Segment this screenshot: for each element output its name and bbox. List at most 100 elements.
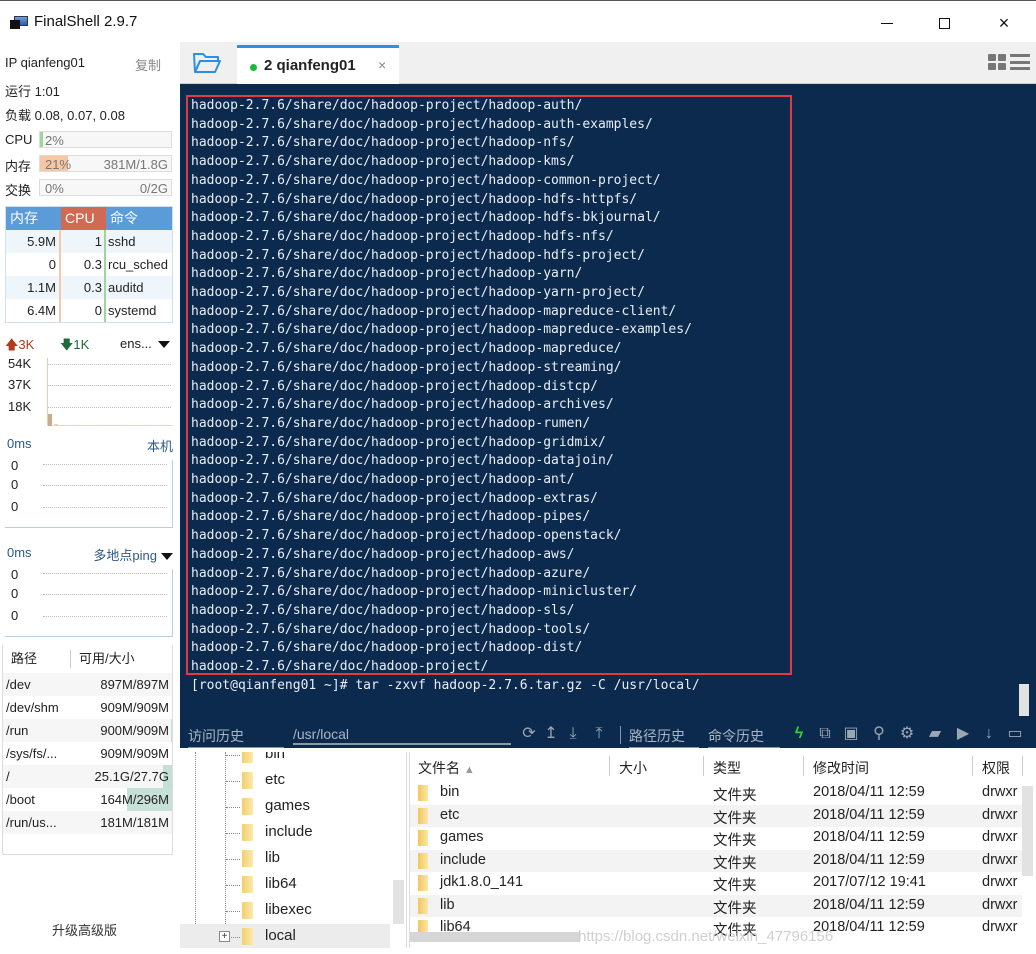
gridline xyxy=(43,594,167,595)
close-button[interactable]: × xyxy=(981,9,1027,37)
visit-history-button[interactable]: 访问历史 xyxy=(188,726,284,749)
process-row[interactable]: 0 0.3 rcu_sched xyxy=(6,253,172,276)
file-permission: drwxr xyxy=(982,806,1018,823)
process-row[interactable]: 1.1M 0.3 auditd xyxy=(6,276,172,299)
tree-item-games[interactable]: games xyxy=(180,794,390,820)
maximize-icon xyxy=(938,17,950,29)
column-permission[interactable]: 权限 xyxy=(982,758,1010,778)
multi-ping-select[interactable]: 多地点ping xyxy=(93,545,173,564)
file-row[interactable]: bin 文件夹 2018/04/11 12:59 drwxr xyxy=(410,782,1022,805)
paste-icon[interactable]: ▣ xyxy=(842,725,860,743)
tab-close-icon[interactable]: × xyxy=(378,57,386,73)
file-list-header: 文件名 ▲ 大小 类型 修改时间 权限 xyxy=(410,756,1036,778)
traffic-bar xyxy=(72,425,77,426)
download-icon[interactable]: ⤓ xyxy=(564,725,582,743)
refresh-icon[interactable]: ⟳ xyxy=(520,725,538,743)
column-type[interactable]: 类型 xyxy=(713,758,741,778)
tree-connector xyxy=(226,911,240,912)
terminal[interactable]: hadoop-2.7.6/share/doc/hadoop-project/ha… xyxy=(180,84,1036,749)
gear-icon[interactable]: ⚙ xyxy=(898,725,916,743)
column-modified[interactable]: 修改时间 xyxy=(813,758,869,778)
traffic-bar xyxy=(153,425,158,426)
tree-item-lib[interactable]: lib xyxy=(180,846,390,872)
column-path[interactable]: 路径 xyxy=(3,650,71,668)
path-history-button[interactable]: 路径历史 xyxy=(629,726,699,749)
disk-row[interactable]: /run/us... 181M/181M xyxy=(3,811,172,834)
terminal-scrollbar[interactable] xyxy=(1019,684,1029,716)
file-list-vscrollbar[interactable] xyxy=(1022,786,1033,876)
terminal-line: hadoop-2.7.6/share/doc/hadoop-project/ha… xyxy=(191,228,614,244)
file-row[interactable]: etc 文件夹 2018/04/11 12:59 drwxr xyxy=(410,804,1022,827)
file-list-hscrollbar[interactable] xyxy=(410,932,580,942)
expand-icon[interactable]: + xyxy=(219,931,230,942)
traffic-bar xyxy=(134,425,139,426)
process-row[interactable]: 6.4M 0 systemd xyxy=(6,299,172,322)
minimize-button[interactable] xyxy=(864,9,910,37)
local-ping-latency: 0ms xyxy=(7,436,32,451)
disk-row[interactable]: /run 900M/909M xyxy=(3,719,172,742)
tree-item-libexec[interactable]: libexec xyxy=(180,898,390,924)
column-size[interactable]: 大小 xyxy=(619,758,647,778)
command-history-button[interactable]: 命令历史 xyxy=(708,726,780,749)
disk-size: 181M/181M xyxy=(100,815,169,830)
up-dir-icon[interactable]: ↥ xyxy=(542,725,560,743)
tree-connector xyxy=(226,885,240,886)
column-divider xyxy=(703,756,704,776)
tree-item-lib64[interactable]: lib64 xyxy=(180,872,390,898)
disk-row[interactable]: /boot 164M/296M xyxy=(3,788,172,811)
process-row[interactable]: 5.9M 1 sshd xyxy=(6,230,172,253)
interface-select[interactable]: ens... xyxy=(120,336,170,351)
copy-icon[interactable]: ⧉ xyxy=(816,725,834,743)
file-row[interactable]: games 文件夹 2018/04/11 12:59 drwxr xyxy=(410,827,1022,850)
grid-view-icon[interactable] xyxy=(988,54,1006,70)
disk-row[interactable]: /dev 897M/897M xyxy=(3,673,172,696)
column-cpu[interactable]: CPU xyxy=(61,207,106,230)
y-tick: 0 xyxy=(11,608,19,623)
disk-path: /dev xyxy=(6,677,31,692)
disk-row[interactable]: / 25.1G/27.7G xyxy=(3,765,172,788)
process-memory: 1.1M xyxy=(6,276,61,299)
disk-row[interactable]: /sys/fs/... 909M/909M xyxy=(3,742,172,765)
tab-qianfeng01[interactable]: 2 qianfeng01 × xyxy=(237,45,399,84)
tree-scrollbar[interactable] xyxy=(393,880,404,924)
search-icon[interactable]: ⚲ xyxy=(870,725,888,743)
tree-connector xyxy=(226,807,240,808)
tree-item-local[interactable]: + local xyxy=(180,924,390,948)
column-command[interactable]: 命令 xyxy=(106,207,172,230)
upload-icon[interactable]: ⤒ xyxy=(590,725,608,743)
uptime: 运行 1:01 xyxy=(5,84,60,99)
folder-open-icon[interactable]: ▰ xyxy=(926,725,944,743)
y-tick: 18K xyxy=(8,399,32,414)
lightning-icon[interactable]: ϟ xyxy=(790,725,808,743)
maximize-button[interactable] xyxy=(921,9,967,37)
file-type: 文件夹 xyxy=(713,788,757,804)
window-icon[interactable]: ▭ xyxy=(1006,725,1024,743)
column-memory[interactable]: 内存 xyxy=(6,207,61,230)
upgrade-button[interactable]: 升级高级版 xyxy=(52,920,117,939)
file-row[interactable]: lib 文件夹 2018/04/11 12:59 drwxr xyxy=(410,894,1022,917)
play-icon[interactable]: ▶ xyxy=(954,725,972,743)
file-type: 文件夹 xyxy=(713,833,757,849)
tab-label: 2 qianfeng01 xyxy=(264,57,356,74)
gridline xyxy=(43,485,167,486)
file-row[interactable]: jdk1.8.0_141 文件夹 2017/07/12 19:41 drwxr xyxy=(410,872,1022,895)
file-name: include xyxy=(440,851,486,868)
chevron-down-icon xyxy=(157,341,170,349)
traffic-bar xyxy=(79,425,83,426)
session-manager-button[interactable] xyxy=(192,50,222,76)
swap-percent: 0% xyxy=(45,181,64,196)
arrow-down-icon[interactable]: ↓ xyxy=(980,725,998,743)
tree-item-etc[interactable]: etc xyxy=(180,768,390,794)
folder-icon xyxy=(242,876,253,893)
file-permission: drwxr xyxy=(982,829,1018,845)
tree-item-bin[interactable]: bin xyxy=(180,752,390,768)
path-input[interactable]: /usr/local xyxy=(293,726,511,745)
tree-item-include[interactable]: include xyxy=(180,820,390,846)
copy-ip-button[interactable]: 复制 xyxy=(135,55,161,74)
column-filename[interactable]: 文件名 ▲ xyxy=(418,758,475,778)
file-permission: drwxr xyxy=(982,919,1018,935)
disk-row[interactable]: /dev/shm 909M/909M xyxy=(3,696,172,719)
column-size[interactable]: 可用/大小 xyxy=(71,645,135,673)
file-row[interactable]: include 文件夹 2018/04/11 12:59 drwxr xyxy=(410,849,1022,872)
list-view-icon[interactable] xyxy=(1010,54,1030,70)
